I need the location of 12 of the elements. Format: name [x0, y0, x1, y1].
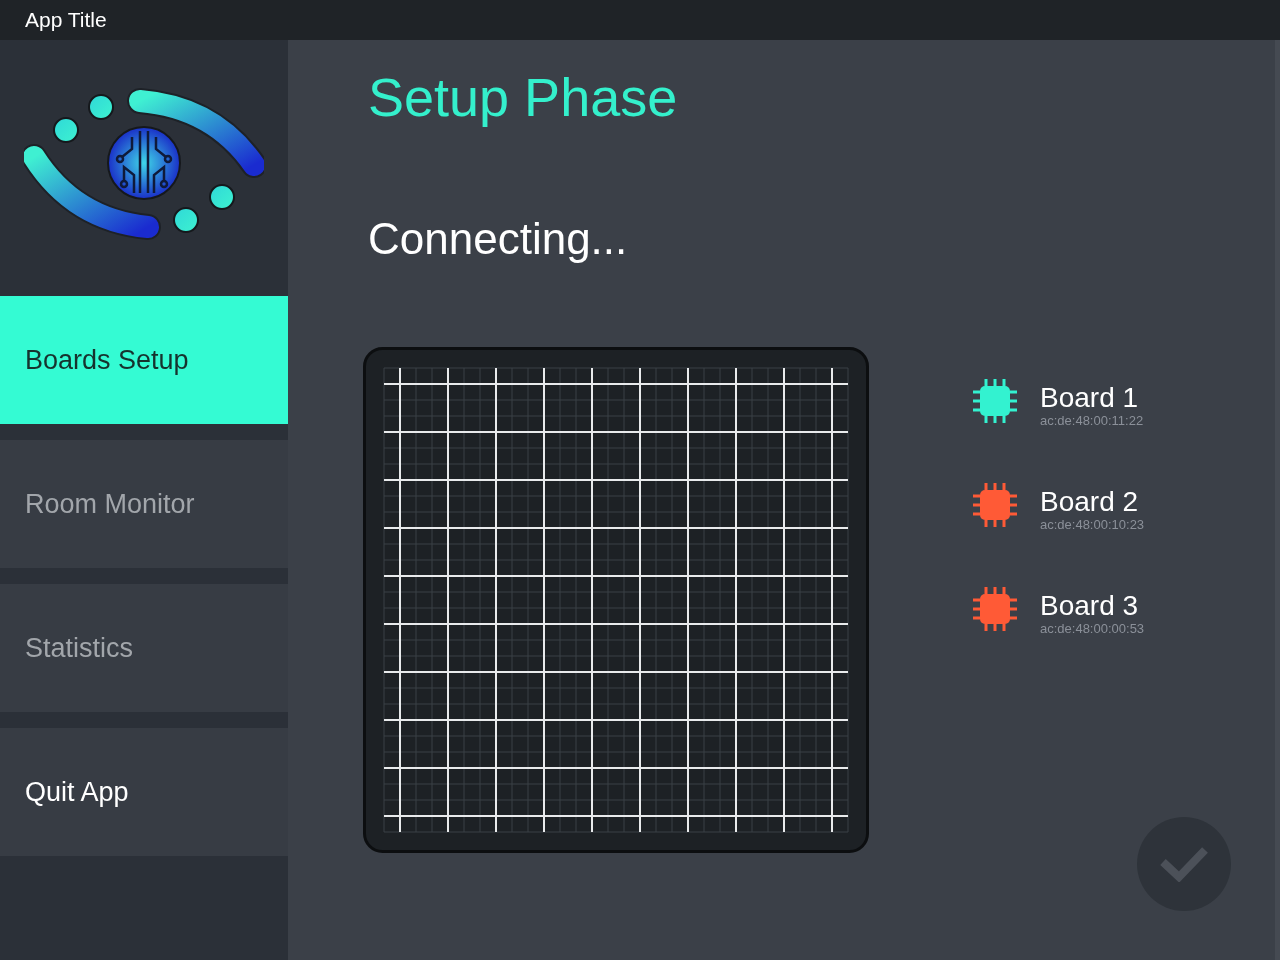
board-name: Board 2 — [1040, 487, 1140, 517]
check-icon — [1159, 846, 1209, 882]
sidebar-item[interactable]: Boards Setup — [0, 296, 288, 424]
board-mac-address: ac:de:48:00:11:22 — [1040, 413, 1144, 428]
window-title: App Title — [25, 8, 107, 32]
board-mac-address: ac:de:48:00:00:53 — [1040, 621, 1145, 636]
board-name: Board 3 — [1040, 591, 1140, 621]
page-title: Setup Phase — [368, 66, 678, 129]
board-name: Board 1 — [1040, 383, 1140, 413]
status-text: Connecting... — [368, 213, 628, 265]
board-mac-address: ac:de:48:00:10:23 — [1040, 517, 1145, 532]
sidebar-item[interactable]: Quit App — [0, 728, 288, 856]
